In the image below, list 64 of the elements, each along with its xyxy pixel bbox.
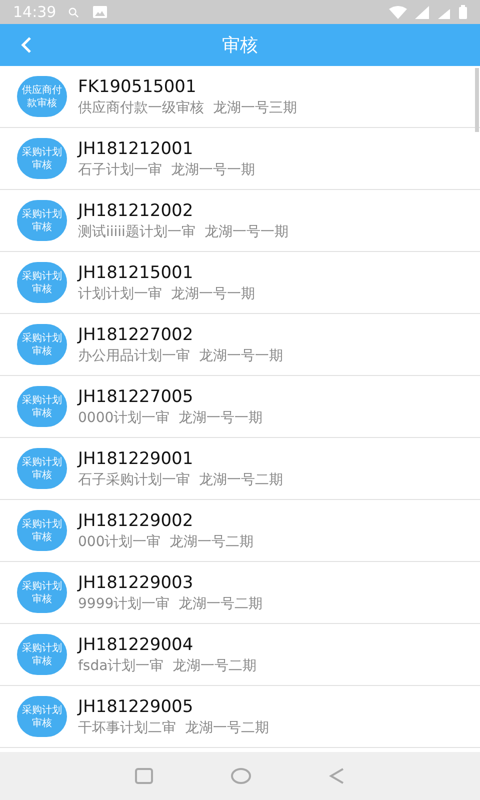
item-code: JH181215001 [78,262,194,284]
avatar-text: 采购计划 [22,270,62,282]
page-title: 审核 [222,34,258,58]
item-description: 9999计划一审 龙湖一号二期 [78,594,263,614]
back-icon[interactable] [329,768,345,784]
item-code: JH181229002 [78,510,194,532]
avatar-text: 采购计划 [22,642,62,654]
avatar-text: 审核 [32,592,52,606]
avatar-text: 采购计划 [22,580,62,592]
signal-icon [415,6,429,18]
item-description: 石子计划一审 龙湖一号一期 [78,160,255,180]
avatar-text: 采购计划 [22,704,62,716]
avatar-text: 审核 [32,468,52,482]
avatar-text: 审核 [32,530,52,544]
list-item[interactable]: 采购计划 审核 JH181212002 测试iiiii题计划一审 龙湖一号一期 [0,190,480,252]
avatar-text: 审核 [32,282,52,296]
item-code: JH181212002 [78,200,194,222]
item-description: 干坏事计划二审 龙湖一号二期 [78,718,269,738]
item-code: JH181212001 [78,138,194,160]
item-code: JH181227005 [78,386,194,408]
home-icon[interactable] [231,768,251,784]
battery-icon [459,5,467,19]
avatar-text: 审核 [32,654,52,668]
item-code: JH181229004 [78,634,194,656]
avatar-text: 审核 [32,406,52,420]
scrollbar [475,68,479,132]
recents-icon[interactable] [135,768,153,784]
list-item[interactable]: 采购计划 审核 JH181227005 0000计划一审 龙湖一号一期 [0,376,480,438]
avatar-text: 采购计划 [22,518,62,530]
item-code: FK190515001 [78,76,198,98]
list-item[interactable]: 采购计划 审核 JH181227002 办公用品计划一审 龙湖一号一期 [0,314,480,376]
list-item[interactable]: 采购计划 审核 JH181229001 石子采购计划一审 龙湖一号二期 [0,438,480,500]
list-item[interactable]: 采购计划 审核 JH181229002 000计划一审 龙湖一号二期 [0,500,480,562]
avatar-text: 审核 [32,158,52,172]
avatar-text: 审核 [32,220,52,234]
item-description: 0000计划一审 龙湖一号一期 [78,408,263,428]
avatar-text: 采购计划 [22,394,62,406]
list-item[interactable]: 采购计划 审核 JH181229003 9999计划一审 龙湖一号二期 [0,562,480,624]
list-item[interactable]: 采购计划 审核 JH181212001 石子计划一审 龙湖一号一期 [0,128,480,190]
item-description: 测试iiiii题计划一审 龙湖一号一期 [78,222,288,242]
avatar-text: 采购计划 [22,208,62,220]
image-icon [93,6,108,18]
item-code: JH181229003 [78,572,194,594]
list-item[interactable]: 采购计划 审核 JH181229005 干坏事计划二审 龙湖一号二期 [0,686,480,748]
search-icon [68,6,80,18]
item-description: 000计划一审 龙湖一号二期 [78,532,254,552]
list-item[interactable]: 采购计划 审核 JH181215001 计划计划一审 龙湖一号一期 [0,252,480,314]
avatar-text: 款审核 [27,96,57,110]
wifi-icon [389,6,407,18]
avatar-text: 供应商付 [22,84,62,96]
avatar-text: 采购计划 [22,456,62,468]
item-code: JH181227002 [78,324,194,346]
avatar-text: 采购计划 [22,332,62,344]
list-item[interactable]: 采购计划 审核 JH181229004 fsda计划一审 龙湖一号二期 [0,624,480,686]
item-description: 办公用品计划一审 龙湖一号一期 [78,346,283,366]
item-description: 计划计划一审 龙湖一号一期 [78,284,255,304]
item-code: JH181229005 [78,696,194,718]
avatar-text: 审核 [32,344,52,358]
item-code: JH181229001 [78,448,194,470]
item-description: fsda计划一审 龙湖一号二期 [78,656,257,676]
avatar-text: 采购计划 [22,146,62,158]
avatar-text: 审核 [32,716,52,730]
item-description: 石子采购计划一审 龙湖一号二期 [78,470,283,490]
item-description: 供应商付款一级审核 龙湖一号三期 [78,98,297,118]
